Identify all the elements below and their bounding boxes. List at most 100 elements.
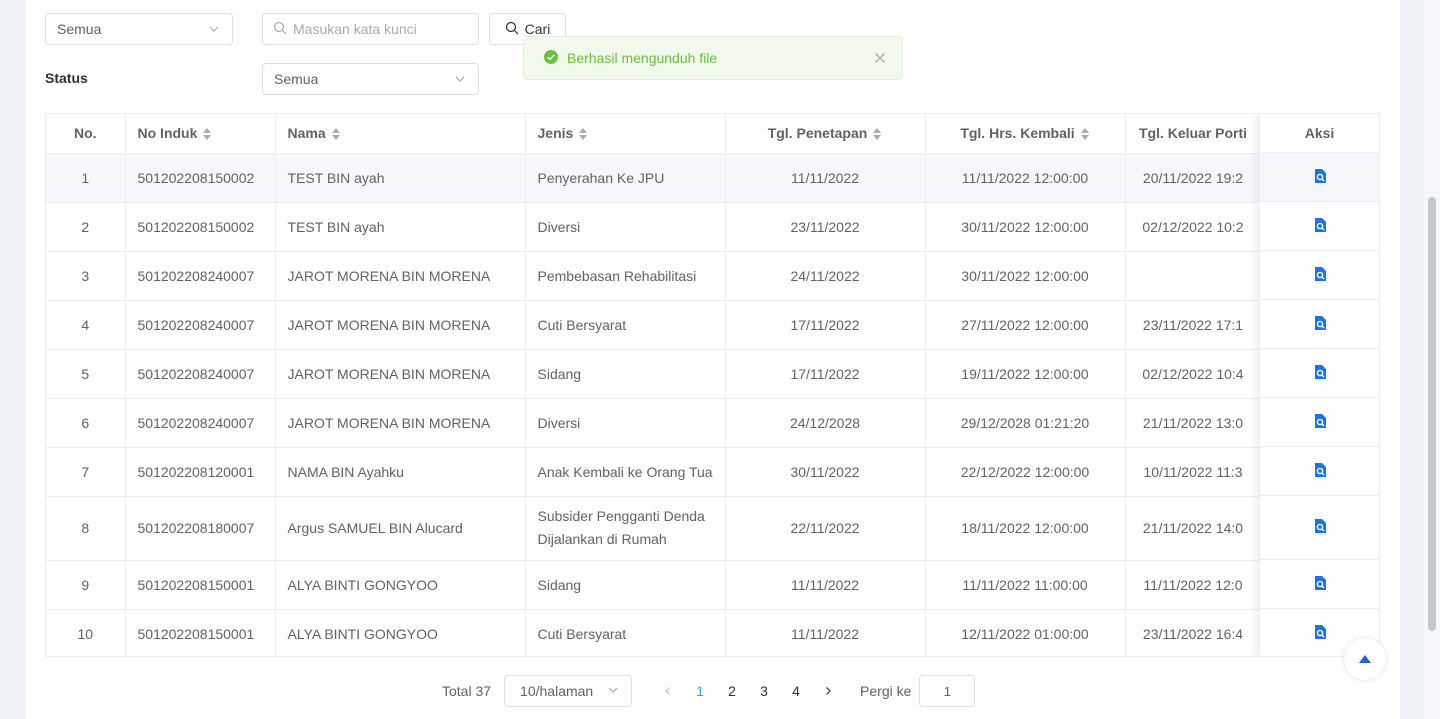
table-row[interactable]: 5 501202208240007 JAROT MORENA BIN MOREN… xyxy=(46,349,1262,399)
table-row[interactable]: 4 501202208240007 JAROT MORENA BIN MOREN… xyxy=(46,300,1262,350)
view-document-icon[interactable] xyxy=(1313,168,1327,187)
cell-no: 1 xyxy=(46,153,126,203)
table-row[interactable]: 2 501202208150002 TEST BIN ayah Diversi … xyxy=(46,202,1262,252)
cell-no-induk: 501202208120001 xyxy=(125,447,276,497)
page-size-select[interactable]: 10/halaman xyxy=(504,675,633,707)
column-header-no-induk-label: No Induk xyxy=(137,125,198,142)
cell-jenis: Sidang xyxy=(525,560,726,610)
column-header-tgl-hrs-kembali[interactable]: Tgl. Hrs. Kembali xyxy=(925,114,1126,154)
view-document-icon[interactable] xyxy=(1313,462,1327,481)
success-toast: Berhasil mengunduh file xyxy=(523,36,903,80)
scrollbar-thumb[interactable] xyxy=(1428,197,1436,631)
table-row[interactable]: 1 501202208150002 TEST BIN ayah Penyerah… xyxy=(46,153,1262,203)
view-document-icon[interactable] xyxy=(1313,315,1327,334)
column-header-jenis[interactable]: Jenis xyxy=(525,114,726,154)
column-header-tgl-penetapan-label: Tgl. Penetapan xyxy=(767,125,868,142)
caret-up-icon xyxy=(1358,651,1372,667)
search-input[interactable] xyxy=(293,21,463,37)
view-document-icon[interactable] xyxy=(1313,413,1327,432)
column-header-no: No. xyxy=(46,114,126,154)
page-button-1[interactable]: 1 xyxy=(684,675,716,707)
table-row[interactable]: 10 501202208150001 ALYA BINTI GONGYOO Cu… xyxy=(46,609,1262,656)
view-document-icon[interactable] xyxy=(1313,518,1327,537)
cell-tgl-penetapan: 24/11/2022 xyxy=(725,251,926,301)
page-button-3[interactable]: 3 xyxy=(748,675,780,707)
cell-no: 2 xyxy=(46,202,126,252)
chevron-left-icon xyxy=(665,687,670,695)
table-row[interactable]: 6 501202208240007 JAROT MORENA BIN MOREN… xyxy=(46,398,1262,448)
cell-no: 8 xyxy=(46,496,126,561)
view-document-icon[interactable] xyxy=(1313,217,1327,236)
prev-page-button[interactable] xyxy=(652,675,684,707)
cell-nama: ALYA BINTI GONGYOO xyxy=(275,609,526,656)
cell-jenis: Cuti Bersyarat xyxy=(525,609,726,656)
view-document-icon[interactable] xyxy=(1313,624,1327,643)
cell-tgl-keluar: 20/11/2022 19:2 xyxy=(1125,153,1262,203)
action-cell xyxy=(1260,202,1379,251)
view-document-icon[interactable] xyxy=(1313,266,1327,285)
back-to-top-button[interactable] xyxy=(1344,638,1386,680)
cell-nama: TEST BIN ayah xyxy=(275,153,526,203)
view-document-icon[interactable] xyxy=(1313,364,1327,383)
cell-no: 6 xyxy=(46,398,126,448)
cell-jenis: Diversi xyxy=(525,202,726,252)
status-select[interactable]: Semua xyxy=(262,63,479,95)
sort-icon[interactable] xyxy=(579,127,588,141)
cell-no-induk: 501202208240007 xyxy=(125,349,276,399)
sort-icon[interactable] xyxy=(873,127,882,141)
sort-icon[interactable] xyxy=(203,127,212,141)
cell-no: 5 xyxy=(46,349,126,399)
column-header-no-induk[interactable]: No Induk xyxy=(125,114,276,154)
pagination-total: Total 37 xyxy=(442,683,492,699)
cell-tgl-penetapan: 23/11/2022 xyxy=(725,202,926,252)
table-header-row: No. No Induk Nama Jenis Tgl. Penetapan T… xyxy=(46,114,1262,154)
cell-tgl-hrs-kembali: 12/11/2022 01:00:00 xyxy=(925,609,1126,656)
cell-tgl-penetapan: 17/11/2022 xyxy=(725,349,926,399)
cell-tgl-hrs-kembali: 27/11/2022 12:00:00 xyxy=(925,300,1126,350)
action-cell xyxy=(1260,496,1379,560)
next-page-button[interactable] xyxy=(812,675,844,707)
data-table: No. No Induk Nama Jenis Tgl. Penetapan T… xyxy=(45,113,1380,657)
cell-no-induk: 501202208180007 xyxy=(125,496,276,561)
action-cell xyxy=(1260,447,1379,496)
jump-input[interactable]: 1 xyxy=(919,675,976,707)
cell-tgl-penetapan: 24/12/2028 xyxy=(725,398,926,448)
page-button-4[interactable]: 4 xyxy=(780,675,812,707)
cell-tgl-keluar: 21/11/2022 13:0 xyxy=(1125,398,1262,448)
cell-nama: TEST BIN ayah xyxy=(275,202,526,252)
page-scrollbar[interactable] xyxy=(1424,0,1440,719)
category-select[interactable]: Semua xyxy=(45,13,233,45)
page-button-2[interactable]: 2 xyxy=(716,675,748,707)
close-icon[interactable] xyxy=(874,52,886,64)
pagination: Total 37 10/halaman 1 2 3 4 Pergi ke 1 xyxy=(442,675,976,707)
search-field[interactable] xyxy=(262,13,479,45)
cell-tgl-keluar: 10/11/2022 11:3 xyxy=(1125,447,1262,497)
cell-no: 4 xyxy=(46,300,126,350)
table-row[interactable]: 9 501202208150001 ALYA BINTI GONGYOO Sid… xyxy=(46,560,1262,610)
cell-jenis: Subsider Pengganti Denda Dijalankan di R… xyxy=(525,496,726,561)
cell-jenis: Anak Kembali ke Orang Tua xyxy=(525,447,726,497)
sort-icon[interactable] xyxy=(331,127,341,141)
cell-tgl-hrs-kembali: 19/11/2022 12:00:00 xyxy=(925,349,1126,399)
cell-jenis: Sidang xyxy=(525,349,726,399)
cell-nama: NAMA BIN Ayahku xyxy=(275,447,526,497)
action-cell xyxy=(1260,349,1379,398)
cell-no-induk: 501202208240007 xyxy=(125,300,276,350)
cell-no-induk: 501202208240007 xyxy=(125,398,276,448)
cell-tgl-penetapan: 30/11/2022 xyxy=(725,447,926,497)
column-header-nama[interactable]: Nama xyxy=(275,114,526,154)
column-header-tgl-penetapan[interactable]: Tgl. Penetapan xyxy=(725,114,926,154)
page-size-value: 10/halaman xyxy=(520,683,594,699)
category-select-value: Semua xyxy=(57,21,102,37)
search-button-label: Cari xyxy=(524,21,551,37)
table-row[interactable]: 8 501202208180007 Argus SAMUEL BIN Aluca… xyxy=(46,496,1262,561)
view-document-icon[interactable] xyxy=(1313,575,1327,594)
cell-jenis: Cuti Bersyarat xyxy=(525,300,726,350)
jump-label: Pergi ke xyxy=(860,683,912,699)
table-row[interactable]: 3 501202208240007 JAROT MORENA BIN MOREN… xyxy=(46,251,1262,301)
table-row[interactable]: 7 501202208120001 NAMA BIN Ayahku Anak K… xyxy=(46,447,1262,497)
sort-icon[interactable] xyxy=(1080,127,1090,141)
status-label: Status xyxy=(45,70,88,86)
cell-nama: JAROT MORENA BIN MORENA xyxy=(275,398,526,448)
cell-no-induk: 501202208150001 xyxy=(125,609,276,656)
